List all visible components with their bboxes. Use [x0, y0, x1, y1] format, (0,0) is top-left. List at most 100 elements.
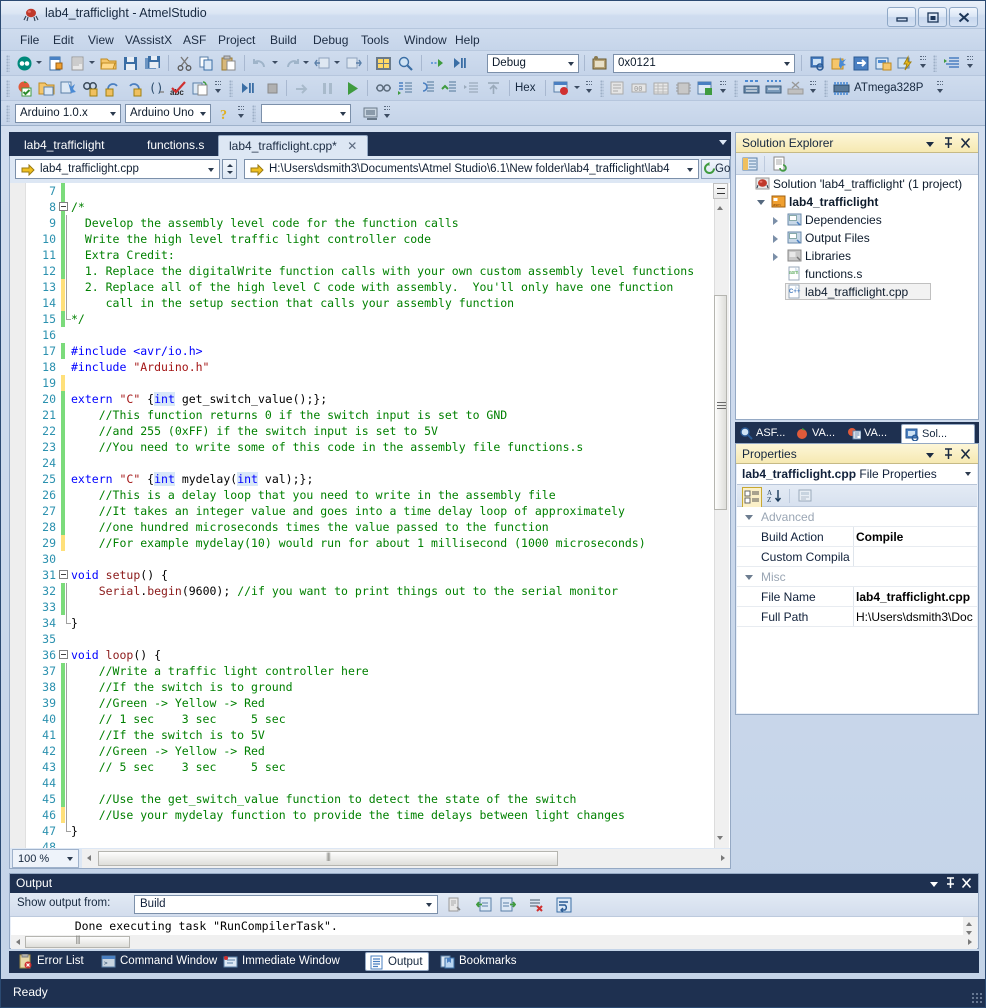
- chevron-down-icon[interactable]: [334, 61, 340, 64]
- output-clear-all-icon[interactable]: [528, 897, 544, 918]
- open-file-icon[interactable]: [100, 55, 117, 72]
- navigate-backward-icon[interactable]: [314, 55, 331, 72]
- output-horizontal-scrollbar[interactable]: [11, 935, 977, 949]
- horizontal-scroll-thumb[interactable]: [25, 936, 130, 948]
- upload-to-board-icon[interactable]: [363, 105, 380, 122]
- code-line[interactable]: 8 /*: [26, 199, 714, 215]
- menu-edit[interactable]: Edit: [46, 32, 81, 49]
- atmel-start-icon[interactable]: [16, 55, 33, 72]
- toolbar-grip[interactable]: [229, 80, 233, 97]
- code-line[interactable]: 33: [26, 599, 714, 615]
- toolbar-grip[interactable]: [6, 105, 10, 122]
- top-of-stack-icon[interactable]: [485, 80, 502, 97]
- fold-collapse-icon[interactable]: [59, 650, 68, 659]
- chevron-down-icon[interactable]: [303, 61, 309, 64]
- code-line[interactable]: 46 //Use your mydelay function to provid…: [26, 807, 714, 823]
- chevron-down-icon[interactable]: [719, 140, 727, 145]
- code-line[interactable]: 9 Develop the assembly level code for th…: [26, 215, 714, 231]
- property-category-row[interactable]: Misc: [737, 567, 977, 587]
- panel-menu-chevron-icon[interactable]: [926, 453, 934, 458]
- va-goto-next-icon[interactable]: [126, 80, 143, 97]
- scroll-right-arrow-icon[interactable]: [963, 935, 977, 948]
- dock-tab-immediate-window[interactable]: Immediate Window: [220, 952, 345, 971]
- disassembly-icon[interactable]: [609, 80, 626, 97]
- properties-window-icon[interactable]: [742, 156, 758, 177]
- solution-explorer-toolbar-icon[interactable]: [375, 55, 392, 72]
- step-into-icon[interactable]: [429, 55, 446, 72]
- code-line[interactable]: 28 //one hundred microseconds times the …: [26, 519, 714, 535]
- toolbar-overflow-button[interactable]: [919, 55, 928, 72]
- rtab-va-1[interactable]: VA...: [793, 424, 839, 443]
- rtab-va-2[interactable]: VA...: [845, 424, 891, 443]
- code-line[interactable]: 38 //If the switch is to ground: [26, 679, 714, 695]
- va-open-file-icon[interactable]: [38, 80, 55, 97]
- menu-asf[interactable]: ASF: [176, 32, 213, 49]
- scroll-down-arrow-icon[interactable]: [962, 926, 977, 935]
- fold-collapse-icon[interactable]: [59, 202, 68, 211]
- save-all-icon[interactable]: [144, 55, 161, 72]
- code-line[interactable]: 43 // 5 sec 3 sec 5 sec: [26, 759, 714, 775]
- code-line[interactable]: 30: [26, 551, 714, 567]
- save-icon[interactable]: [122, 55, 139, 72]
- doctab-lab4-trafficlight[interactable]: lab4_trafficlight: [14, 135, 115, 156]
- toolbar-overflow-button[interactable]: [585, 80, 594, 97]
- scroll-up-arrow-icon[interactable]: [713, 201, 728, 215]
- code-line[interactable]: 15 */: [26, 311, 714, 327]
- property-pages-icon[interactable]: [797, 488, 813, 509]
- toolbar-grip[interactable]: [933, 55, 937, 72]
- code-line[interactable]: 45 //Use the get_switch_value function t…: [26, 791, 714, 807]
- step-over-icon[interactable]: [294, 80, 311, 97]
- chevron-down-icon[interactable]: [89, 61, 95, 64]
- toolbar-grip[interactable]: [734, 80, 738, 97]
- maximize-button[interactable]: [918, 7, 947, 27]
- solution-tree[interactable]: Solution 'lab4_trafficlight' (1 project)…: [736, 175, 978, 419]
- tree-item[interactable]: Libraries: [736, 247, 978, 265]
- code-line[interactable]: 36 void loop() {: [26, 647, 714, 663]
- tree-item[interactable]: Output Files: [736, 229, 978, 247]
- category-expander-icon[interactable]: [745, 515, 753, 520]
- property-row[interactable]: File Name lab4_trafficlight.cpp: [737, 587, 977, 607]
- va-spellcheck-icon[interactable]: abc: [170, 80, 187, 97]
- step-out-code-icon[interactable]: [441, 80, 458, 97]
- tree-expander-collapsed-icon[interactable]: [773, 253, 778, 261]
- asf-wizard-icon[interactable]: [831, 55, 848, 72]
- properties-object-combo[interactable]: lab4_trafficlight.cpp File Properties: [737, 464, 977, 485]
- tree-expander-expanded-icon[interactable]: [757, 200, 765, 205]
- code-line[interactable]: 17 #include <avr/io.h>: [26, 343, 714, 359]
- resize-grip[interactable]: [971, 992, 983, 1004]
- start-debugging-icon[interactable]: [451, 55, 468, 72]
- doctab-functions-s[interactable]: functions.s: [137, 135, 214, 156]
- code-line[interactable]: 37 //Write a traffic light controller he…: [26, 663, 714, 679]
- dock-tab-output[interactable]: Output: [365, 952, 429, 971]
- menu-debug[interactable]: Debug: [306, 32, 355, 49]
- arduino-board-combo[interactable]: Arduino Uno: [125, 104, 211, 123]
- scroll-left-arrow-icon[interactable]: [11, 935, 25, 948]
- code-line[interactable]: 35: [26, 631, 714, 647]
- chevron-down-icon[interactable]: [272, 61, 278, 64]
- output-vertical-scrollbar[interactable]: [963, 917, 977, 935]
- code-line[interactable]: 31 void setup() {: [26, 567, 714, 583]
- navbar-file-combo[interactable]: lab4_trafficlight.cpp: [15, 159, 220, 179]
- alphabetical-sort-icon[interactable]: AZ: [767, 488, 783, 509]
- menu-tools[interactable]: Tools: [354, 32, 396, 49]
- device-programming-icon[interactable]: [875, 55, 892, 72]
- find-in-files-icon[interactable]: [809, 55, 826, 72]
- va-find-references-icon[interactable]: [82, 80, 99, 97]
- property-value[interactable]: H:\Users\dsmith3\Doc: [856, 607, 976, 627]
- code-line[interactable]: 23 //You need to write some of this code…: [26, 439, 714, 455]
- code-line[interactable]: 27 //It takes an integer value and goes …: [26, 503, 714, 519]
- va-paste-history-icon[interactable]: [192, 80, 209, 97]
- toolbar-grip[interactable]: [600, 80, 604, 97]
- memory-view-icon[interactable]: [591, 55, 608, 72]
- toolbar-grip[interactable]: [6, 80, 10, 97]
- pin-icon[interactable]: [943, 448, 954, 463]
- scroll-right-arrow-icon[interactable]: [716, 851, 730, 866]
- code-line[interactable]: 42 //Green -> Yellow -> Red: [26, 743, 714, 759]
- code-line[interactable]: 22 //and 255 (0xFF) if the switch input …: [26, 423, 714, 439]
- editor-split-handle[interactable]: [713, 183, 728, 199]
- io-view-icon[interactable]: [697, 80, 714, 97]
- output-go-to-next-icon[interactable]: [500, 897, 517, 918]
- tree-item[interactable]: C++ lab4_trafficlight.cpp: [736, 283, 978, 301]
- code-line[interactable]: 10 Write the high level traffic light co…: [26, 231, 714, 247]
- chevron-down-icon[interactable]: [574, 86, 580, 89]
